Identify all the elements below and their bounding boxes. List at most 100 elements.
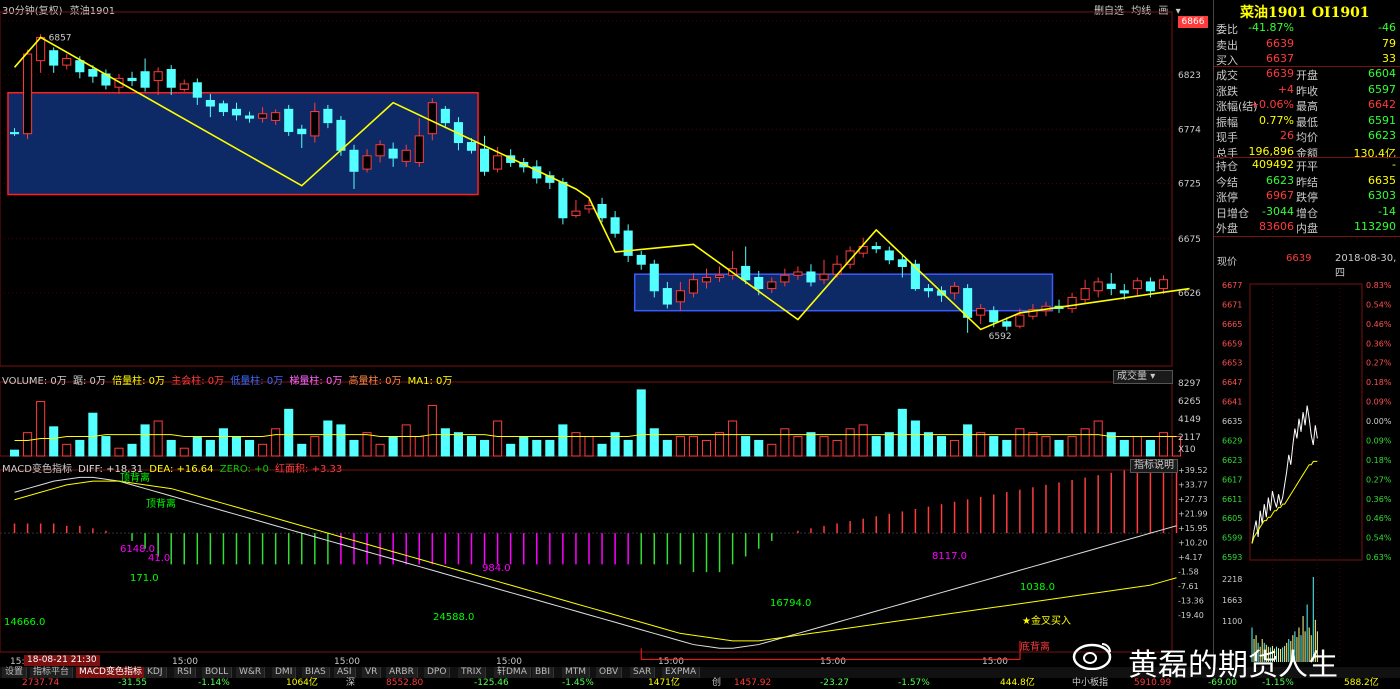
volume-bar bbox=[1054, 439, 1064, 457]
candle-body bbox=[871, 246, 881, 250]
tab-5[interactable]: BOLL bbox=[202, 667, 233, 678]
volume-legend: VOLUME: 0万 踞: 0万 倍量柱: 0万 主会柱: 0万 低量柱: 0万… bbox=[2, 372, 452, 387]
tab-4[interactable]: RSI bbox=[174, 667, 196, 678]
quote-value-2: 113290 bbox=[1354, 220, 1396, 233]
status-item: 444.8亿 bbox=[1000, 678, 1035, 688]
tab-15[interactable]: BBI bbox=[532, 667, 555, 678]
volume-bar bbox=[584, 436, 594, 457]
quote-value: 26 bbox=[1280, 129, 1294, 142]
tab-17[interactable]: OBV bbox=[596, 667, 623, 678]
volume-bar bbox=[950, 439, 960, 457]
tab-9[interactable]: ASI bbox=[334, 667, 356, 678]
candle-body bbox=[1067, 296, 1077, 309]
quote-label-2: 昨结 bbox=[1296, 175, 1318, 189]
volume-bar bbox=[49, 426, 59, 457]
volume-bar bbox=[1093, 420, 1103, 457]
candle-body bbox=[362, 155, 372, 170]
tab-7[interactable]: DMI bbox=[272, 667, 297, 678]
volume-bar bbox=[153, 420, 163, 457]
volume-bar bbox=[23, 432, 33, 457]
volume-bar bbox=[780, 428, 790, 457]
tab-2[interactable]: MACD变色指标 bbox=[76, 667, 146, 678]
quote-label-2: 昨收 bbox=[1296, 84, 1318, 98]
volume-chart: 8297 6265 4149 2117 X10 bbox=[0, 379, 1201, 457]
tab-16[interactable]: MTM bbox=[562, 667, 591, 678]
quote-label: 今结 bbox=[1216, 175, 1238, 189]
macd-legend-dea: DEA: +16.64 bbox=[149, 464, 214, 475]
macd-y-tick: +21.99 bbox=[1178, 510, 1208, 519]
quote-value: +0.06% bbox=[1249, 98, 1294, 111]
tab-6[interactable]: W&R bbox=[236, 667, 266, 678]
volume-selector-button[interactable]: 成交量 ▾ bbox=[1113, 370, 1173, 384]
tab-12[interactable]: DPO bbox=[424, 667, 451, 678]
quote-label: 成交 bbox=[1216, 69, 1238, 82]
quote-row: 涨停 6967 跌停 6303 bbox=[1214, 189, 1398, 204]
tab-11[interactable]: ARBR bbox=[386, 667, 418, 678]
quote-value: -3044 bbox=[1262, 204, 1294, 218]
candle-body bbox=[793, 271, 803, 276]
vol-legend-3: 主会柱: 0万 bbox=[171, 376, 225, 387]
tab-14[interactable]: 轩DMA bbox=[494, 667, 531, 678]
macd-y-tick: +39.52 bbox=[1178, 466, 1208, 475]
tab-13[interactable]: TRIX bbox=[458, 667, 486, 678]
macd-y-tick: -7.61 bbox=[1178, 582, 1199, 591]
quote-value: -41.87% bbox=[1248, 21, 1294, 34]
volume-bar bbox=[1145, 439, 1155, 457]
volume-bar bbox=[675, 436, 685, 457]
golden-cross-label: ★金叉买入 bbox=[1022, 614, 1071, 627]
quote-label-2: 开平 bbox=[1296, 160, 1318, 173]
volume-bar bbox=[741, 436, 751, 457]
volume-bar bbox=[806, 432, 816, 457]
quote-row: 外盘 83606 内盘 113290 bbox=[1214, 220, 1398, 235]
chart-canvas: 6872682367746725667566266857659215:0015:… bbox=[0, 11, 1392, 667]
tab-10[interactable]: VR bbox=[362, 667, 382, 678]
quote-value-2: 6604 bbox=[1368, 67, 1396, 80]
candle-body bbox=[271, 112, 281, 121]
status-item: 1064亿 bbox=[286, 678, 318, 688]
candle-body bbox=[571, 210, 581, 217]
macd-value-label: 171.0 bbox=[130, 573, 159, 584]
candle-body bbox=[976, 307, 986, 316]
candle-body bbox=[493, 155, 503, 170]
quote-value-2: 6303 bbox=[1368, 189, 1396, 202]
tab-0[interactable]: 设置 bbox=[2, 667, 28, 678]
candle-body bbox=[701, 277, 712, 283]
volume-bar bbox=[532, 439, 542, 457]
candle-body bbox=[127, 77, 137, 82]
volume-bar bbox=[453, 432, 463, 457]
quote-value-2: - bbox=[1392, 158, 1396, 171]
time-x-tick: 15:00 bbox=[982, 657, 1008, 667]
candle-body bbox=[62, 57, 72, 66]
tab-19[interactable]: EXPMA bbox=[662, 667, 701, 678]
tab-8[interactable]: BIAS bbox=[302, 667, 330, 678]
quote-divider bbox=[1214, 66, 1400, 67]
volume-bar bbox=[310, 436, 320, 457]
tab-1[interactable]: 指标平台 bbox=[30, 667, 74, 678]
volume-y-tick: 2117 bbox=[1178, 433, 1201, 443]
volume-bar bbox=[401, 424, 411, 457]
volume-bar bbox=[36, 401, 46, 457]
candle-body bbox=[675, 290, 685, 303]
candle-body bbox=[806, 271, 816, 283]
tab-3[interactable]: KDJ bbox=[144, 667, 167, 678]
volume-bar bbox=[1132, 436, 1142, 457]
volume-bar bbox=[9, 449, 20, 457]
mini-price: 6639 bbox=[1286, 253, 1312, 264]
macd-value-label: 984.0 bbox=[482, 563, 511, 574]
candle-body bbox=[401, 149, 411, 162]
price-tag-current: 6866 bbox=[1178, 16, 1208, 28]
volume-bar bbox=[336, 424, 346, 457]
macd-y-tick: +15.95 bbox=[1178, 524, 1208, 533]
volume-bar bbox=[989, 436, 999, 457]
indicator-help-button[interactable]: 指标说明 bbox=[1130, 459, 1178, 473]
quote-divider bbox=[1214, 157, 1400, 158]
tab-18[interactable]: SAR bbox=[630, 667, 656, 678]
status-item: 深 bbox=[346, 678, 356, 688]
volume-y-tick: 8297 bbox=[1178, 379, 1201, 389]
candle-body bbox=[349, 149, 359, 172]
quote-value: 6623 bbox=[1266, 173, 1294, 187]
candle-body bbox=[989, 310, 999, 323]
volume-bar bbox=[75, 439, 85, 457]
status-item: 创 bbox=[712, 678, 722, 688]
quote-label-2: 最低 bbox=[1296, 115, 1318, 129]
